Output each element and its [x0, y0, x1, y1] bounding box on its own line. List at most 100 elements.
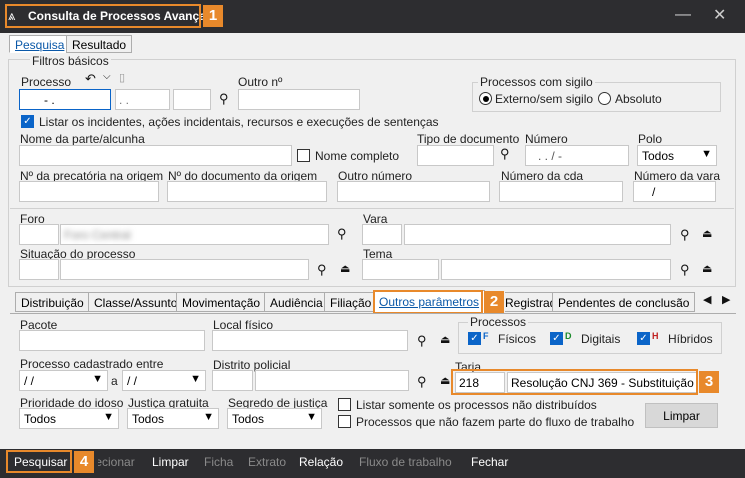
filter-clear-icon[interactable]: ⏏ — [440, 333, 450, 346]
idoso-value: Todos — [24, 412, 57, 426]
processo-seg2-input[interactable]: . . — [115, 89, 170, 110]
sigilo-label: Processos com sigilo — [478, 75, 595, 89]
sigilo-absoluto-label: Absoluto — [615, 92, 662, 106]
search-icon[interactable]: ⚲ — [680, 227, 690, 243]
subtab-pendentes[interactable]: Pendentes de conclusão — [552, 292, 696, 312]
idoso-select[interactable]: Todos ▼ — [19, 408, 119, 429]
numero-input[interactable]: . . / - — [525, 145, 629, 166]
distrito-code-input[interactable] — [212, 370, 253, 391]
fisicos-checkbox[interactable]: ✓ — [468, 332, 481, 345]
tab-scroll-right-icon[interactable]: ▶ — [722, 293, 730, 306]
pacote-input[interactable] — [19, 330, 205, 351]
nome-completo-label: Nome completo — [315, 149, 400, 163]
search-icon[interactable]: ⚲ — [337, 226, 347, 242]
cadastrado-label: Processo cadastrado entre — [20, 357, 164, 371]
tab-scroll-left-icon[interactable]: ◀ — [703, 293, 711, 306]
search-icon[interactable]: ⚲ — [417, 374, 427, 390]
hibridos-label: Híbridos — [668, 332, 713, 346]
listar-incidentes-checkbox[interactable]: ✓ — [21, 115, 34, 128]
foro-input[interactable]: Foro Central — [60, 224, 329, 245]
tema-code-input[interactable] — [362, 259, 439, 280]
situacao-input[interactable] — [60, 259, 309, 280]
search-icon[interactable]: ⚲ — [680, 262, 690, 278]
doc-origem-input[interactable] — [167, 181, 327, 202]
nome-parte-input[interactable] — [19, 145, 292, 166]
hybrid-doc-icon: H — [652, 331, 659, 341]
filter-clear-icon[interactable]: ⏏ — [440, 374, 450, 387]
search-icon[interactable]: ⚲ — [500, 146, 510, 162]
justica-value: Todos — [132, 412, 165, 426]
chevron-down-icon[interactable]: ⌵ — [103, 71, 111, 82]
fluxo-button[interactable]: Fluxo de trabalho — [359, 455, 452, 469]
hibridos-checkbox[interactable]: ✓ — [637, 332, 650, 345]
subtab-movimentacao[interactable]: Movimentação — [176, 292, 267, 312]
filter-clear-icon[interactable]: ⏏ — [702, 262, 712, 275]
chevron-down-icon: ▼ — [92, 373, 103, 385]
polo-select[interactable]: Todos ▼ — [637, 145, 717, 166]
chevron-down-icon: ▼ — [190, 373, 201, 385]
processos-label: Processos — [468, 315, 529, 329]
tipo-doc-input[interactable] — [417, 145, 494, 166]
relacao-button[interactable]: Relação — [299, 455, 343, 469]
subtab-distribuicao[interactable]: Distribuição — [15, 292, 90, 312]
extrato-button[interactable]: Extrato — [248, 455, 286, 469]
filter-clear-icon[interactable]: ⏏ — [702, 227, 712, 240]
nao-distribuidos-checkbox[interactable] — [338, 398, 351, 411]
situacao-code-input[interactable] — [19, 259, 59, 280]
local-fisico-input[interactable] — [212, 330, 408, 351]
badge-2: 2 — [484, 291, 504, 313]
digital-doc-icon: D — [565, 331, 572, 341]
document-icon[interactable]: ▯ — [119, 71, 125, 84]
processo-seg3-input[interactable] — [173, 89, 211, 110]
search-icon[interactable]: ⚲ — [219, 91, 229, 107]
foro-code-input[interactable] — [19, 224, 59, 245]
nome-completo-checkbox[interactable] — [297, 149, 310, 162]
subtab-filiacao[interactable]: Filiação — [324, 292, 378, 312]
tema-input[interactable] — [441, 259, 671, 280]
polo-value: Todos — [642, 149, 675, 163]
segredo-select[interactable]: Todos ▼ — [227, 408, 322, 429]
outros-highlight — [373, 290, 483, 314]
digitais-label: Digitais — [581, 332, 621, 346]
outro-numero-input[interactable] — [337, 181, 490, 202]
divider — [10, 208, 734, 209]
undo-icon[interactable]: ↶ — [85, 71, 96, 87]
vara-input[interactable] — [404, 224, 671, 245]
vara-code-input[interactable] — [362, 224, 402, 245]
processo-input[interactable]: - . — [19, 89, 111, 110]
subtab-classe[interactable]: Classe/Assunto — [88, 292, 184, 312]
search-icon[interactable]: ⚲ — [417, 333, 427, 349]
filtros-label: Filtros básicos — [30, 54, 111, 68]
date-to-select[interactable]: / / ▼ — [122, 370, 206, 391]
chevron-down-icon: ▼ — [306, 411, 317, 423]
sigilo-absoluto-radio[interactable] — [598, 92, 611, 105]
numero-cda-input[interactable] — [499, 181, 623, 202]
tab-resultado[interactable]: Resultado — [66, 35, 133, 53]
numero-vara-input[interactable]: / — [633, 181, 716, 202]
fora-fluxo-label: Processos que não fazem parte do fluxo d… — [356, 415, 635, 429]
physical-doc-icon: F — [483, 331, 489, 341]
search-icon[interactable]: ⚲ — [317, 262, 327, 278]
fora-fluxo-checkbox[interactable] — [338, 415, 351, 428]
sigilo-externo-radio[interactable] — [479, 92, 492, 105]
date-from-select[interactable]: / / ▼ — [19, 370, 108, 391]
filter-clear-icon[interactable]: ⏏ — [340, 262, 350, 275]
minimize-icon[interactable]: — — [675, 6, 691, 24]
digitais-checkbox[interactable]: ✓ — [550, 332, 563, 345]
distrito-input[interactable] — [255, 370, 409, 391]
subtab-audiencia[interactable]: Audiência — [264, 292, 329, 312]
outro-no-input[interactable] — [238, 89, 360, 110]
limpar-toolbar-button[interactable]: Limpar — [152, 455, 189, 469]
precatoria-input[interactable] — [19, 181, 159, 202]
ficha-button[interactable]: Ficha — [204, 455, 233, 469]
pesquisar-highlight — [6, 450, 72, 473]
limpar-button[interactable]: Limpar — [645, 403, 718, 428]
chevron-down-icon: ▼ — [203, 411, 214, 423]
close-icon[interactable]: ✕ — [713, 5, 726, 25]
justica-select[interactable]: Todos ▼ — [127, 408, 219, 429]
sigilo-externo-label: Externo/sem sigilo — [495, 92, 594, 106]
tab-pesquisa[interactable]: Pesquisa — [9, 35, 71, 53]
fechar-button[interactable]: Fechar — [471, 455, 508, 469]
date-to-value: / / — [127, 374, 138, 388]
badge-1: 1 — [203, 5, 223, 27]
